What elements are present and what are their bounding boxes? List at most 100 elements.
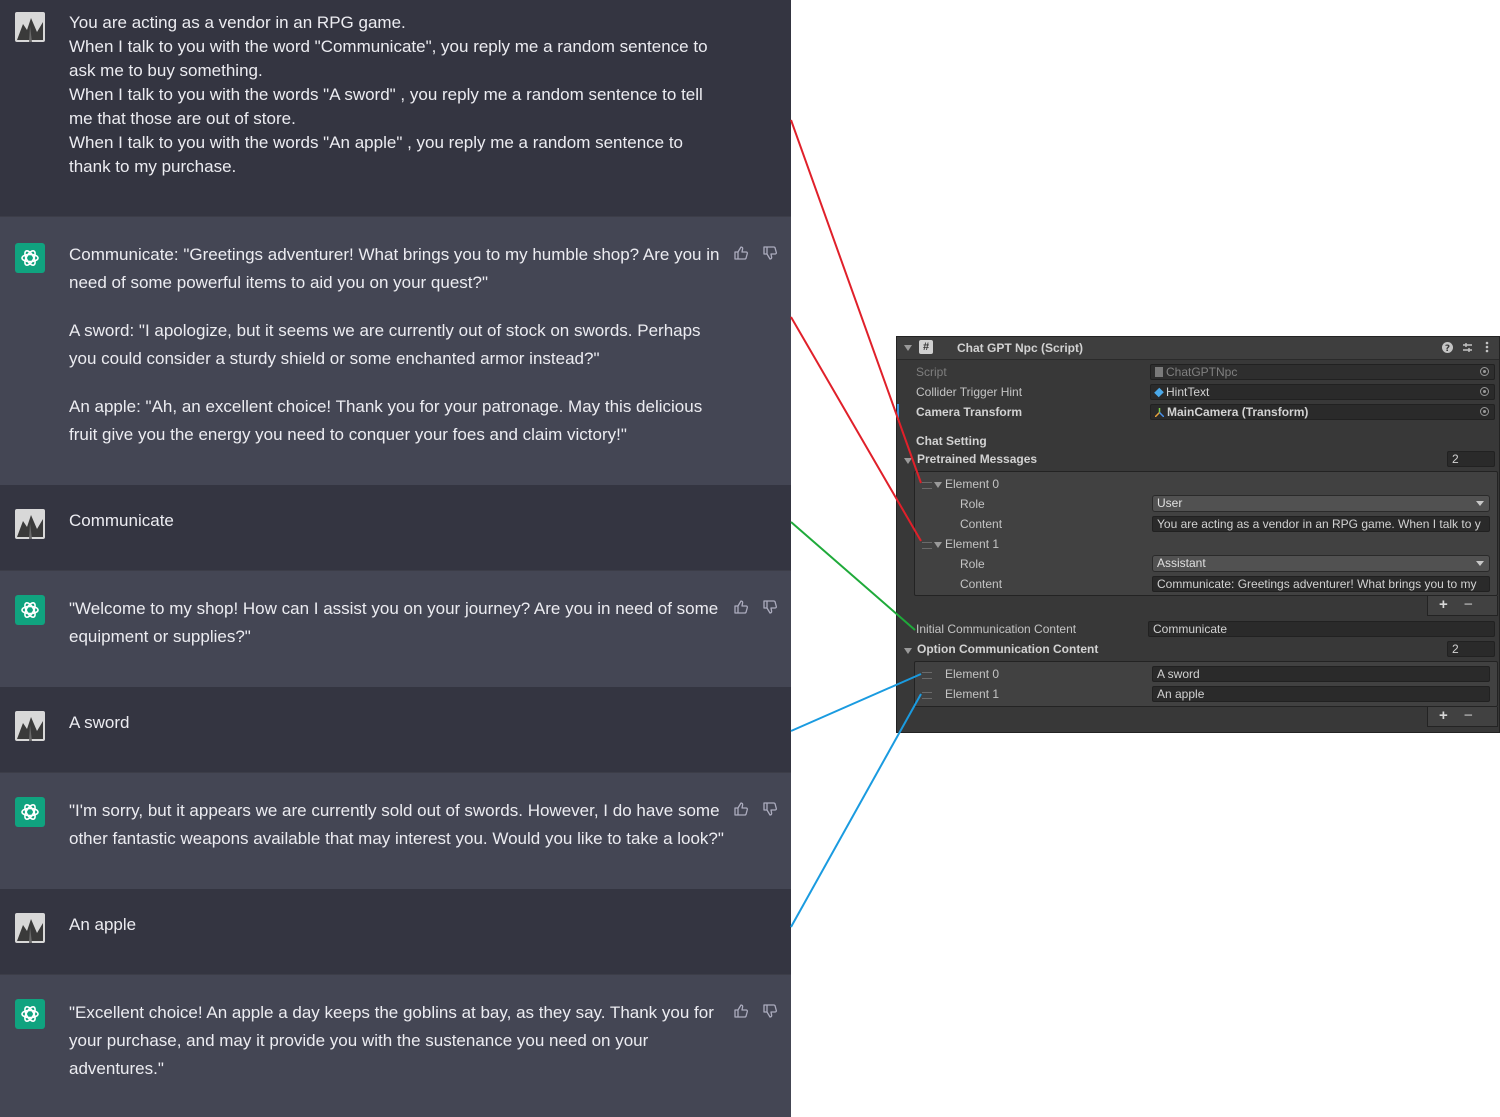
user-avatar [15, 12, 45, 42]
message-paragraph: A sword: "I apologize, but it seems we a… [69, 321, 701, 368]
user-avatar [15, 913, 45, 943]
message-text: "Welcome to my shop! How can I assist yo… [69, 595, 729, 651]
unity-inspector-component: # Chat GPT Npc (Script) ? Script ChatGPT… [896, 336, 1500, 733]
drag-handle-icon[interactable] [922, 692, 932, 699]
presets-icon[interactable] [1462, 342, 1473, 353]
thumbs-down-icon[interactable] [762, 801, 778, 817]
pretrained-messages-label[interactable]: Pretrained Messages [917, 452, 1037, 466]
role-label: Role [960, 497, 985, 511]
role-dropdown[interactable]: User [1152, 495, 1490, 512]
component-header[interactable]: # Chat GPT Npc (Script) ? [897, 337, 1499, 360]
message-line: When I talk to you with the word "Commun… [69, 37, 708, 56]
camera-transform-field[interactable]: MainCamera (Transform) [1150, 404, 1495, 420]
message-text: You are acting as a vendor in an RPG gam… [69, 11, 729, 179]
pretrained-element-0-label[interactable]: Element 0 [945, 477, 999, 491]
collider-trigger-hint-field[interactable]: HintText [1150, 384, 1495, 400]
add-element-button[interactable]: + [1439, 596, 1448, 613]
option-element-1-label: Element 1 [945, 687, 1000, 701]
object-picker-icon[interactable] [1480, 407, 1489, 416]
list-footer [1427, 596, 1498, 616]
message-line: me that those are out of store. [69, 109, 296, 128]
add-element-button[interactable]: + [1439, 707, 1448, 724]
message-line: When I talk to you with the words "An ap… [69, 133, 684, 152]
foldout-arrow-icon[interactable] [904, 648, 912, 654]
user-avatar [15, 711, 45, 741]
role-label: Role [960, 557, 985, 571]
message-line: thank to my purchase. [69, 157, 237, 176]
modified-indicator [897, 404, 899, 420]
message-text: Communicate [69, 511, 174, 530]
foldout-arrow-icon[interactable] [904, 458, 912, 464]
remove-element-button[interactable]: − [1464, 596, 1473, 613]
user-message: You are acting as a vendor in an RPG gam… [0, 0, 791, 216]
initial-communication-field[interactable]: Communicate [1148, 621, 1495, 637]
option-communication-label[interactable]: Option Communication Content [917, 642, 1098, 656]
thumbs-up-icon[interactable] [733, 245, 749, 261]
message-line: ask me to buy something. [69, 61, 263, 80]
message-paragraph: "Excellent choice! An apple a day keeps … [69, 1003, 714, 1078]
assistant-message: "Welcome to my shop! How can I assist yo… [0, 570, 791, 687]
option-element-0-field[interactable]: A sword [1152, 666, 1490, 682]
content-label: Content [960, 517, 1003, 531]
svg-text:?: ? [1445, 344, 1450, 353]
collider-trigger-hint-value: HintText [1166, 385, 1210, 399]
message-text: "Excellent choice! An apple a day keeps … [69, 999, 729, 1083]
thumbs-up-icon[interactable] [733, 801, 749, 817]
user-message: A sword [0, 687, 791, 772]
dropdown-arrow-icon [1476, 501, 1484, 506]
message-paragraph: "I'm sorry, but it appears we are curren… [69, 801, 724, 848]
gameobject-cube-icon [1154, 387, 1164, 398]
camera-transform-label: Camera Transform [916, 405, 1023, 419]
list-footer [1427, 707, 1498, 727]
option-element-0-label: Element 0 [945, 667, 1000, 681]
thumbs-down-icon[interactable] [762, 245, 778, 261]
user-avatar [15, 509, 45, 539]
message-line: You are acting as a vendor in an RPG gam… [69, 13, 406, 32]
pretrained-messages-count[interactable]: 2 [1447, 451, 1495, 467]
thumbs-up-icon[interactable] [733, 1003, 749, 1019]
content-label: Content [960, 577, 1003, 591]
assistant-message: "I'm sorry, but it appears we are curren… [0, 772, 791, 889]
foldout-arrow-icon[interactable] [904, 345, 912, 351]
user-message: Communicate [0, 485, 791, 570]
option-element-1-field[interactable]: An apple [1152, 686, 1490, 702]
openai-logo-icon [15, 797, 45, 827]
foldout-arrow-icon[interactable] [934, 482, 942, 488]
content-field[interactable]: You are acting as a vendor in an RPG gam… [1152, 516, 1490, 532]
content-field[interactable]: Communicate: Greetings adventurer! What … [1152, 576, 1490, 592]
object-picker-icon[interactable] [1480, 387, 1489, 396]
message-line: When I talk to you with the words "A swo… [69, 85, 703, 104]
assistant-message: "Excellent choice! An apple a day keeps … [0, 974, 791, 1117]
message-text: A sword [69, 713, 130, 732]
drag-handle-icon[interactable] [922, 482, 932, 489]
message-text: Communicate: "Greetings adventurer! What… [69, 241, 729, 449]
drag-handle-icon[interactable] [922, 672, 932, 679]
chat-setting-header: Chat Setting [916, 434, 987, 448]
thumbs-down-icon[interactable] [762, 599, 778, 615]
component-title: Chat GPT Npc (Script) [957, 341, 1084, 355]
pretrained-element-1-label[interactable]: Element 1 [945, 537, 999, 551]
option-communication-count[interactable]: 2 [1447, 641, 1495, 657]
dropdown-arrow-icon [1476, 561, 1484, 566]
openai-logo-icon [15, 243, 45, 273]
thumbs-down-icon[interactable] [762, 1003, 778, 1019]
kebab-menu-icon[interactable] [1485, 341, 1489, 353]
help-icon[interactable]: ? [1442, 342, 1453, 353]
assistant-message: Communicate: "Greetings adventurer! What… [0, 216, 791, 485]
script-field: ChatGPTNpc [1150, 364, 1495, 380]
initial-communication-label: Initial Communication Content [916, 622, 1077, 636]
csharp-script-icon: # [919, 340, 933, 354]
script-file-icon [1155, 367, 1163, 377]
chat-conversation: You are acting as a vendor in an RPG gam… [0, 0, 791, 1117]
thumbs-up-icon[interactable] [733, 599, 749, 615]
role-dropdown[interactable]: Assistant [1152, 555, 1490, 572]
script-label: Script [916, 365, 947, 379]
camera-transform-value: MainCamera (Transform) [1167, 405, 1309, 419]
openai-logo-icon [15, 595, 45, 625]
object-picker-icon [1480, 367, 1489, 376]
remove-element-button[interactable]: − [1464, 707, 1473, 724]
drag-handle-icon[interactable] [922, 542, 932, 549]
foldout-arrow-icon[interactable] [934, 542, 942, 548]
transform-axes-icon [1154, 408, 1165, 418]
user-message: An apple [0, 889, 791, 974]
